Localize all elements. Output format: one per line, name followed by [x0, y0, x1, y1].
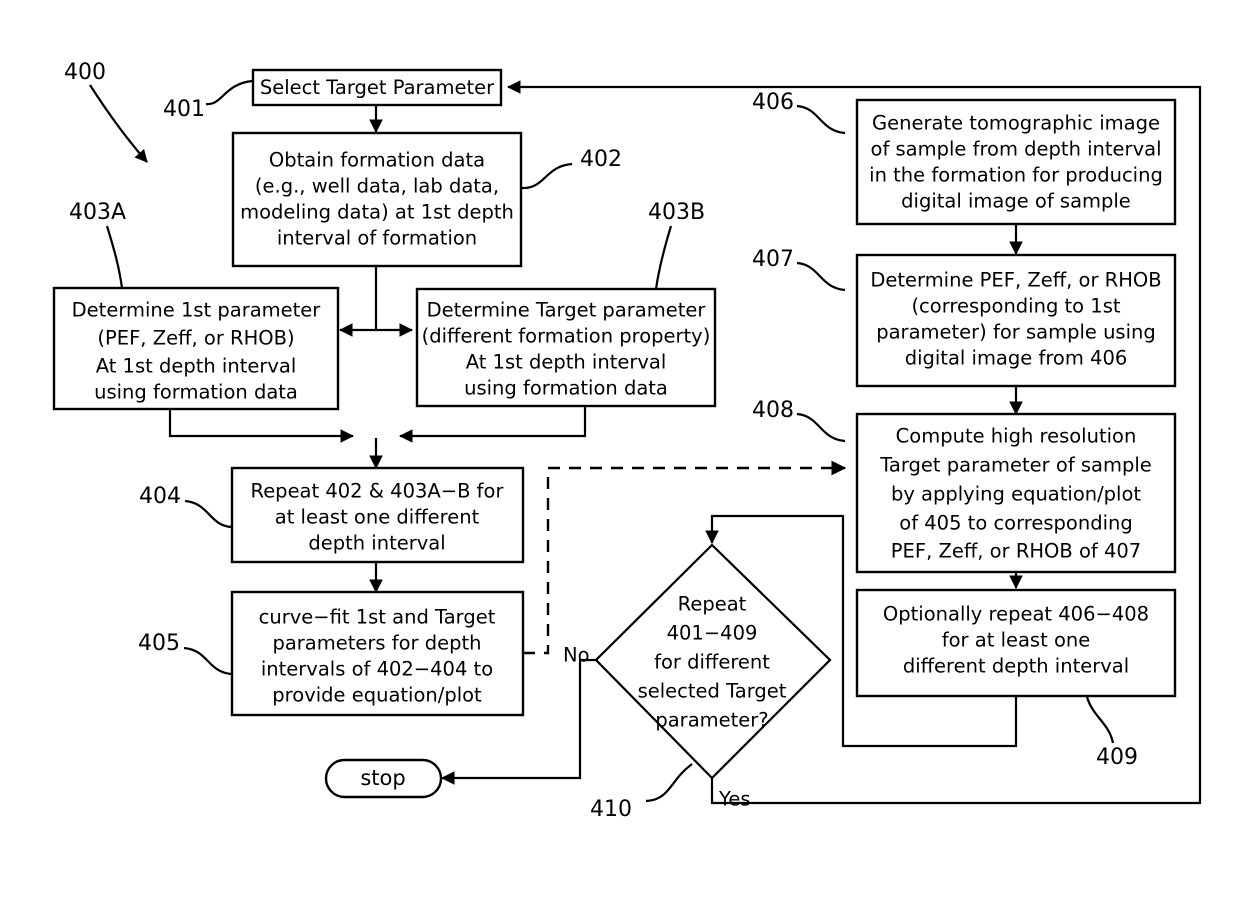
ref-numeral-409: 409: [1096, 745, 1138, 770]
node-403b-line-3: using formation data: [464, 377, 668, 400]
node-401-line-0: Select Target Parameter: [260, 76, 495, 99]
node-403b-line-1: (different formation property): [422, 325, 711, 348]
leader-407: [796, 261, 846, 292]
leader-403a: [105, 225, 124, 289]
node-402-line-0: Obtain formation data: [269, 149, 485, 172]
node-403b-line-0: Determine Target parameter: [427, 299, 707, 322]
ref-numeral-406: 406: [752, 90, 794, 115]
node-408-line-1: Target parameter of sample: [879, 454, 1152, 477]
ref-numeral-408: 408: [752, 398, 794, 423]
node-409-line-0: Optionally repeat 406−408: [883, 603, 1149, 626]
ref-numeral-403a: 403A: [69, 200, 126, 225]
node-408-line-3: of 405 to corresponding: [899, 512, 1132, 535]
node-403a-line-1: (PEF, Zeff, or RHOB): [97, 327, 294, 350]
node-402-line-2: modeling data) at 1st depth: [240, 201, 514, 224]
node-408-line-2: by applying equation/plot: [891, 483, 1141, 506]
leader-401: [205, 79, 253, 106]
node-409-line-1: for at least one: [942, 629, 1090, 652]
ref-numeral-403b: 403B: [648, 200, 705, 225]
node-405-line-1: parameters for depth: [272, 632, 481, 655]
leader-405: [183, 646, 232, 676]
node-407-line-1: (corresponding to 1st: [911, 295, 1120, 318]
node-408-compute-high-resolution-target[interactable]: Compute high resolution Target parameter…: [855, 412, 1177, 574]
node-407-line-2: parameter) for sample using: [876, 321, 1156, 344]
node-405-line-2: intervals of 402−404 to: [261, 658, 493, 681]
node-410-line-3: selected Target: [638, 680, 787, 703]
node-stop-terminator[interactable]: stop: [324, 758, 443, 799]
connector-403-merge-to-404: [168, 406, 587, 470]
connector-402-to-junction: [338, 266, 414, 337]
node-409-optionally-repeat[interactable]: Optionally repeat 406−408 for at least o…: [855, 588, 1177, 698]
node-405-curve-fit-parameters[interactable]: curve−fit 1st and Target parameters for …: [230, 590, 525, 717]
figure-canvas: Select Target Parameter Obtain formation…: [0, 0, 1240, 904]
node-404-line-0: Repeat 402 & 403A−B for: [251, 480, 505, 503]
node-406-line-0: Generate tomographic image: [872, 112, 1160, 135]
node-403b-line-2: At 1st depth interval: [466, 351, 667, 374]
node-407-line-3: digital image from 406: [905, 347, 1128, 370]
node-406-generate-tomographic-image[interactable]: Generate tomographic image of sample fro…: [855, 98, 1177, 226]
node-404-repeat-for-different-depth[interactable]: Repeat 402 & 403A−B for at least one dif…: [230, 466, 525, 564]
ref-numeral-410: 410: [590, 797, 632, 822]
node-406-line-2: in the formation for producing: [869, 164, 1163, 187]
leader-403b: [654, 225, 673, 290]
stop-label: stop: [360, 766, 405, 790]
node-410-decision-repeat-target-parameter[interactable]: Repeat 401−409 for different selected Ta…: [594, 543, 832, 780]
node-410-line-4: parameter?: [655, 709, 768, 732]
node-406-line-1: of sample from depth interval: [871, 138, 1162, 161]
leader-402: [521, 162, 573, 190]
leader-400: [89, 84, 148, 163]
node-407-determine-pef-zeff-rhob[interactable]: Determine PEF, Zeff, or RHOB (correspond…: [855, 253, 1177, 388]
leader-406: [796, 104, 846, 135]
node-404-line-2: depth interval: [308, 532, 445, 555]
node-401-select-target-parameter[interactable]: Select Target Parameter: [251, 68, 503, 107]
ref-numeral-405: 405: [138, 631, 180, 656]
node-403a-determine-1st-parameter[interactable]: Determine 1st parameter (PEF, Zeff, or R…: [52, 286, 340, 411]
ref-numeral-402: 402: [580, 147, 622, 172]
leader-410: [645, 763, 693, 803]
edge-label-yes: Yes: [718, 788, 750, 811]
node-408-line-0: Compute high resolution: [896, 425, 1137, 448]
edge-label-no: No: [563, 644, 590, 667]
node-404-line-1: at least one different: [275, 506, 480, 529]
node-409-line-2: different depth interval: [903, 655, 1129, 678]
node-403a-line-0: Determine 1st parameter: [72, 299, 322, 322]
leader-404: [184, 499, 232, 529]
node-410-line-2: for different: [654, 651, 770, 674]
leader-409: [1085, 696, 1115, 744]
ref-numeral-404: 404: [139, 484, 181, 509]
node-402-obtain-formation-data[interactable]: Obtain formation data (e.g., well data, …: [231, 131, 523, 268]
node-410-line-0: Repeat: [678, 593, 747, 616]
ref-numeral-400: 400: [64, 60, 106, 85]
node-408-line-4: PEF, Zeff, or RHOB of 407: [891, 540, 1141, 563]
node-403a-line-2: At 1st depth interval: [96, 355, 297, 378]
node-405-line-3: provide equation/plot: [272, 684, 482, 707]
node-403a-line-3: using formation data: [94, 381, 298, 404]
node-405-line-0: curve−fit 1st and Target: [259, 606, 496, 629]
node-407-line-0: Determine PEF, Zeff, or RHOB: [870, 269, 1161, 292]
node-403b-determine-target-parameter[interactable]: Determine Target parameter (different fo…: [415, 287, 717, 408]
leader-408: [796, 412, 846, 443]
node-410-line-1: 401−409: [667, 622, 758, 645]
ref-numeral-407: 407: [752, 247, 794, 272]
node-402-line-1: (e.g., well data, lab data,: [255, 175, 499, 198]
node-406-line-3: digital image of sample: [901, 190, 1131, 213]
node-402-line-3: interval of formation: [277, 227, 477, 250]
ref-numeral-401: 401: [163, 97, 205, 122]
